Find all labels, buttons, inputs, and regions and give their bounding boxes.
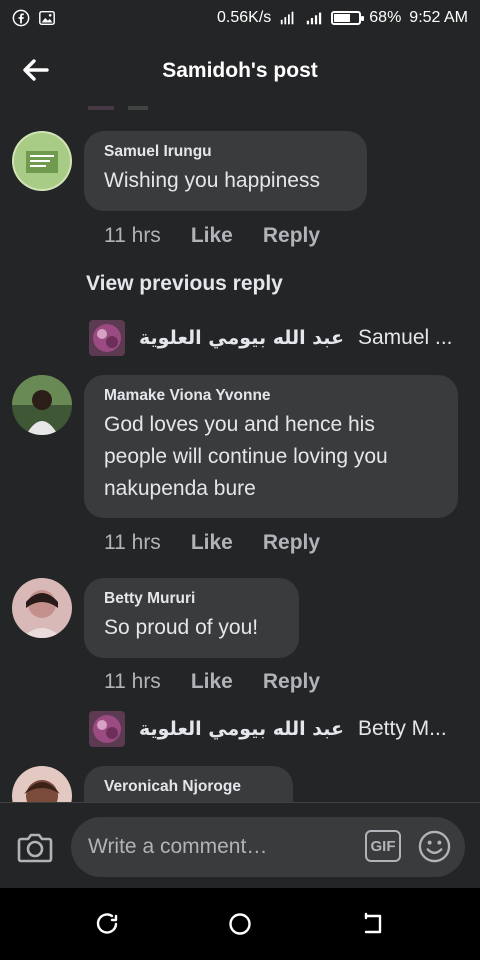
arrow-left-icon [23, 59, 49, 81]
signal-icon [307, 12, 322, 25]
comment-author[interactable]: Samuel Irungu [104, 143, 347, 161]
comment-actions: 11 hrs Like Reply [104, 531, 320, 555]
comment-author[interactable]: Mamake Viona Yvonne [104, 387, 438, 405]
battery-percent: 68% [369, 9, 402, 26]
reply-author: عبد الله بيومي العلوية [139, 718, 344, 740]
reply-button[interactable]: Reply [263, 531, 320, 555]
camera-icon[interactable] [16, 829, 54, 865]
comment-text: Wishing you happiness [104, 169, 320, 192]
comment-time: 11 hrs [104, 224, 161, 247]
comment-text: God loves you and hence his people will … [104, 413, 388, 500]
comment-text: So proud of you! [104, 616, 259, 639]
facebook-icon [12, 9, 30, 27]
like-button[interactable]: Like [191, 670, 233, 694]
page-title: Samidoh's post [162, 59, 318, 82]
comment-bubble[interactable]: Betty Mururi So proud of you! [84, 578, 299, 658]
back-icon[interactable] [360, 910, 388, 938]
reply-author: عبد الله بيومي العلوية [139, 327, 344, 349]
comment-time: 11 hrs [104, 670, 161, 693]
gif-icon: GIF [370, 837, 396, 855]
reply-preview[interactable]: عبد الله بيومي العلوية Betty M... [89, 711, 447, 747]
clock: 9:52 AM [409, 9, 468, 26]
reply-snippet: Betty M... [357, 717, 447, 740]
reply-preview[interactable]: عبد الله بيومي العلوية Samuel ... [89, 320, 453, 356]
reply-button[interactable]: Reply [263, 224, 320, 248]
comment-author[interactable]: Betty Mururi [104, 590, 279, 608]
scrolled-comment-edge [88, 106, 248, 110]
network-speed: 0.56K/s [217, 9, 272, 26]
view-previous-reply-link[interactable]: View previous reply [86, 272, 283, 296]
comment-actions: 11 hrs Like Reply [104, 224, 320, 248]
battery-icon [331, 11, 365, 25]
comment-actions: 11 hrs Like Reply [104, 670, 320, 694]
gif-button[interactable]: GIF [365, 830, 401, 862]
emoji-icon[interactable] [418, 830, 451, 863]
header: Samidoh's post [0, 36, 480, 106]
like-button[interactable]: Like [191, 531, 233, 555]
home-icon[interactable] [226, 910, 254, 938]
gallery-icon [39, 10, 55, 26]
comment-bubble[interactable]: Mamake Viona Yvonne God loves you and he… [84, 375, 458, 518]
comment-bubble[interactable]: Samuel Irungu Wishing you happiness [84, 131, 367, 211]
comment-input-container[interactable]: GIF [71, 817, 465, 877]
comment-bubble[interactable]: Veronicah Njoroge [84, 766, 293, 802]
reply-button[interactable]: Reply [263, 670, 320, 694]
status-bar: 0.56K/s 68% 9:52 AM [0, 0, 480, 36]
system-nav-bar [0, 888, 480, 960]
comment-time: 11 hrs [104, 531, 161, 554]
back-button[interactable] [20, 54, 52, 86]
comment-input[interactable] [71, 817, 465, 877]
hotspot-icon [281, 11, 294, 25]
avatar[interactable] [12, 578, 72, 638]
avatar [89, 320, 125, 356]
avatar[interactable] [12, 131, 72, 191]
comment-feed[interactable]: Samuel Irungu Wishing you happiness 11 h… [0, 106, 480, 802]
recent-apps-icon[interactable] [94, 910, 122, 938]
comment-author[interactable]: Veronicah Njoroge [104, 778, 273, 796]
reply-snippet: Samuel ... [357, 326, 453, 349]
like-button[interactable]: Like [191, 224, 233, 248]
avatar [89, 711, 125, 747]
avatar[interactable] [12, 766, 72, 802]
comment-composer: GIF [0, 802, 480, 888]
avatar[interactable] [12, 375, 72, 435]
